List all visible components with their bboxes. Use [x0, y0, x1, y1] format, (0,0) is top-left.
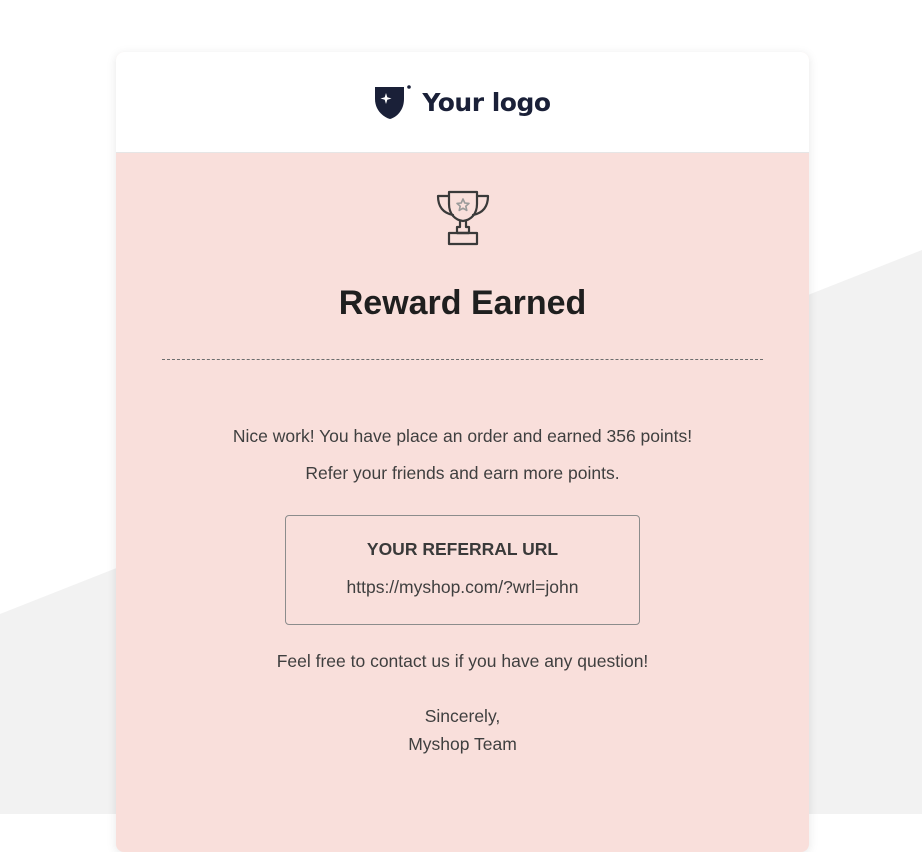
trophy-icon — [436, 190, 489, 246]
signoff: Sincerely, — [424, 706, 501, 726]
dashed-divider — [162, 359, 763, 360]
referral-url-link[interactable]: https://myshop.com/?wrl=john — [286, 576, 639, 598]
contact-message: Feel free to contact us if you have any … — [276, 651, 649, 671]
email-header: Your logo — [116, 52, 809, 153]
signature: Myshop Team — [408, 734, 517, 754]
referral-label: YOUR REFERRAL URL — [366, 539, 559, 559]
refer-friends-message: Refer your friends and earn more points. — [305, 463, 620, 483]
page-title: Reward Earned — [338, 284, 587, 322]
email-card: Your logo Reward Earned Nice work! You h… — [116, 52, 809, 852]
email-body: Reward Earned Nice work! You have place … — [116, 189, 809, 755]
referral-box: YOUR REFERRAL URL https://myshop.com/?wr… — [285, 515, 640, 625]
logo[interactable]: Your logo — [374, 84, 551, 120]
earned-points-message: Nice work! You have place an order and e… — [232, 426, 693, 446]
logo-text: Your logo — [422, 87, 551, 117]
shield-sparkle-icon — [375, 85, 412, 119]
